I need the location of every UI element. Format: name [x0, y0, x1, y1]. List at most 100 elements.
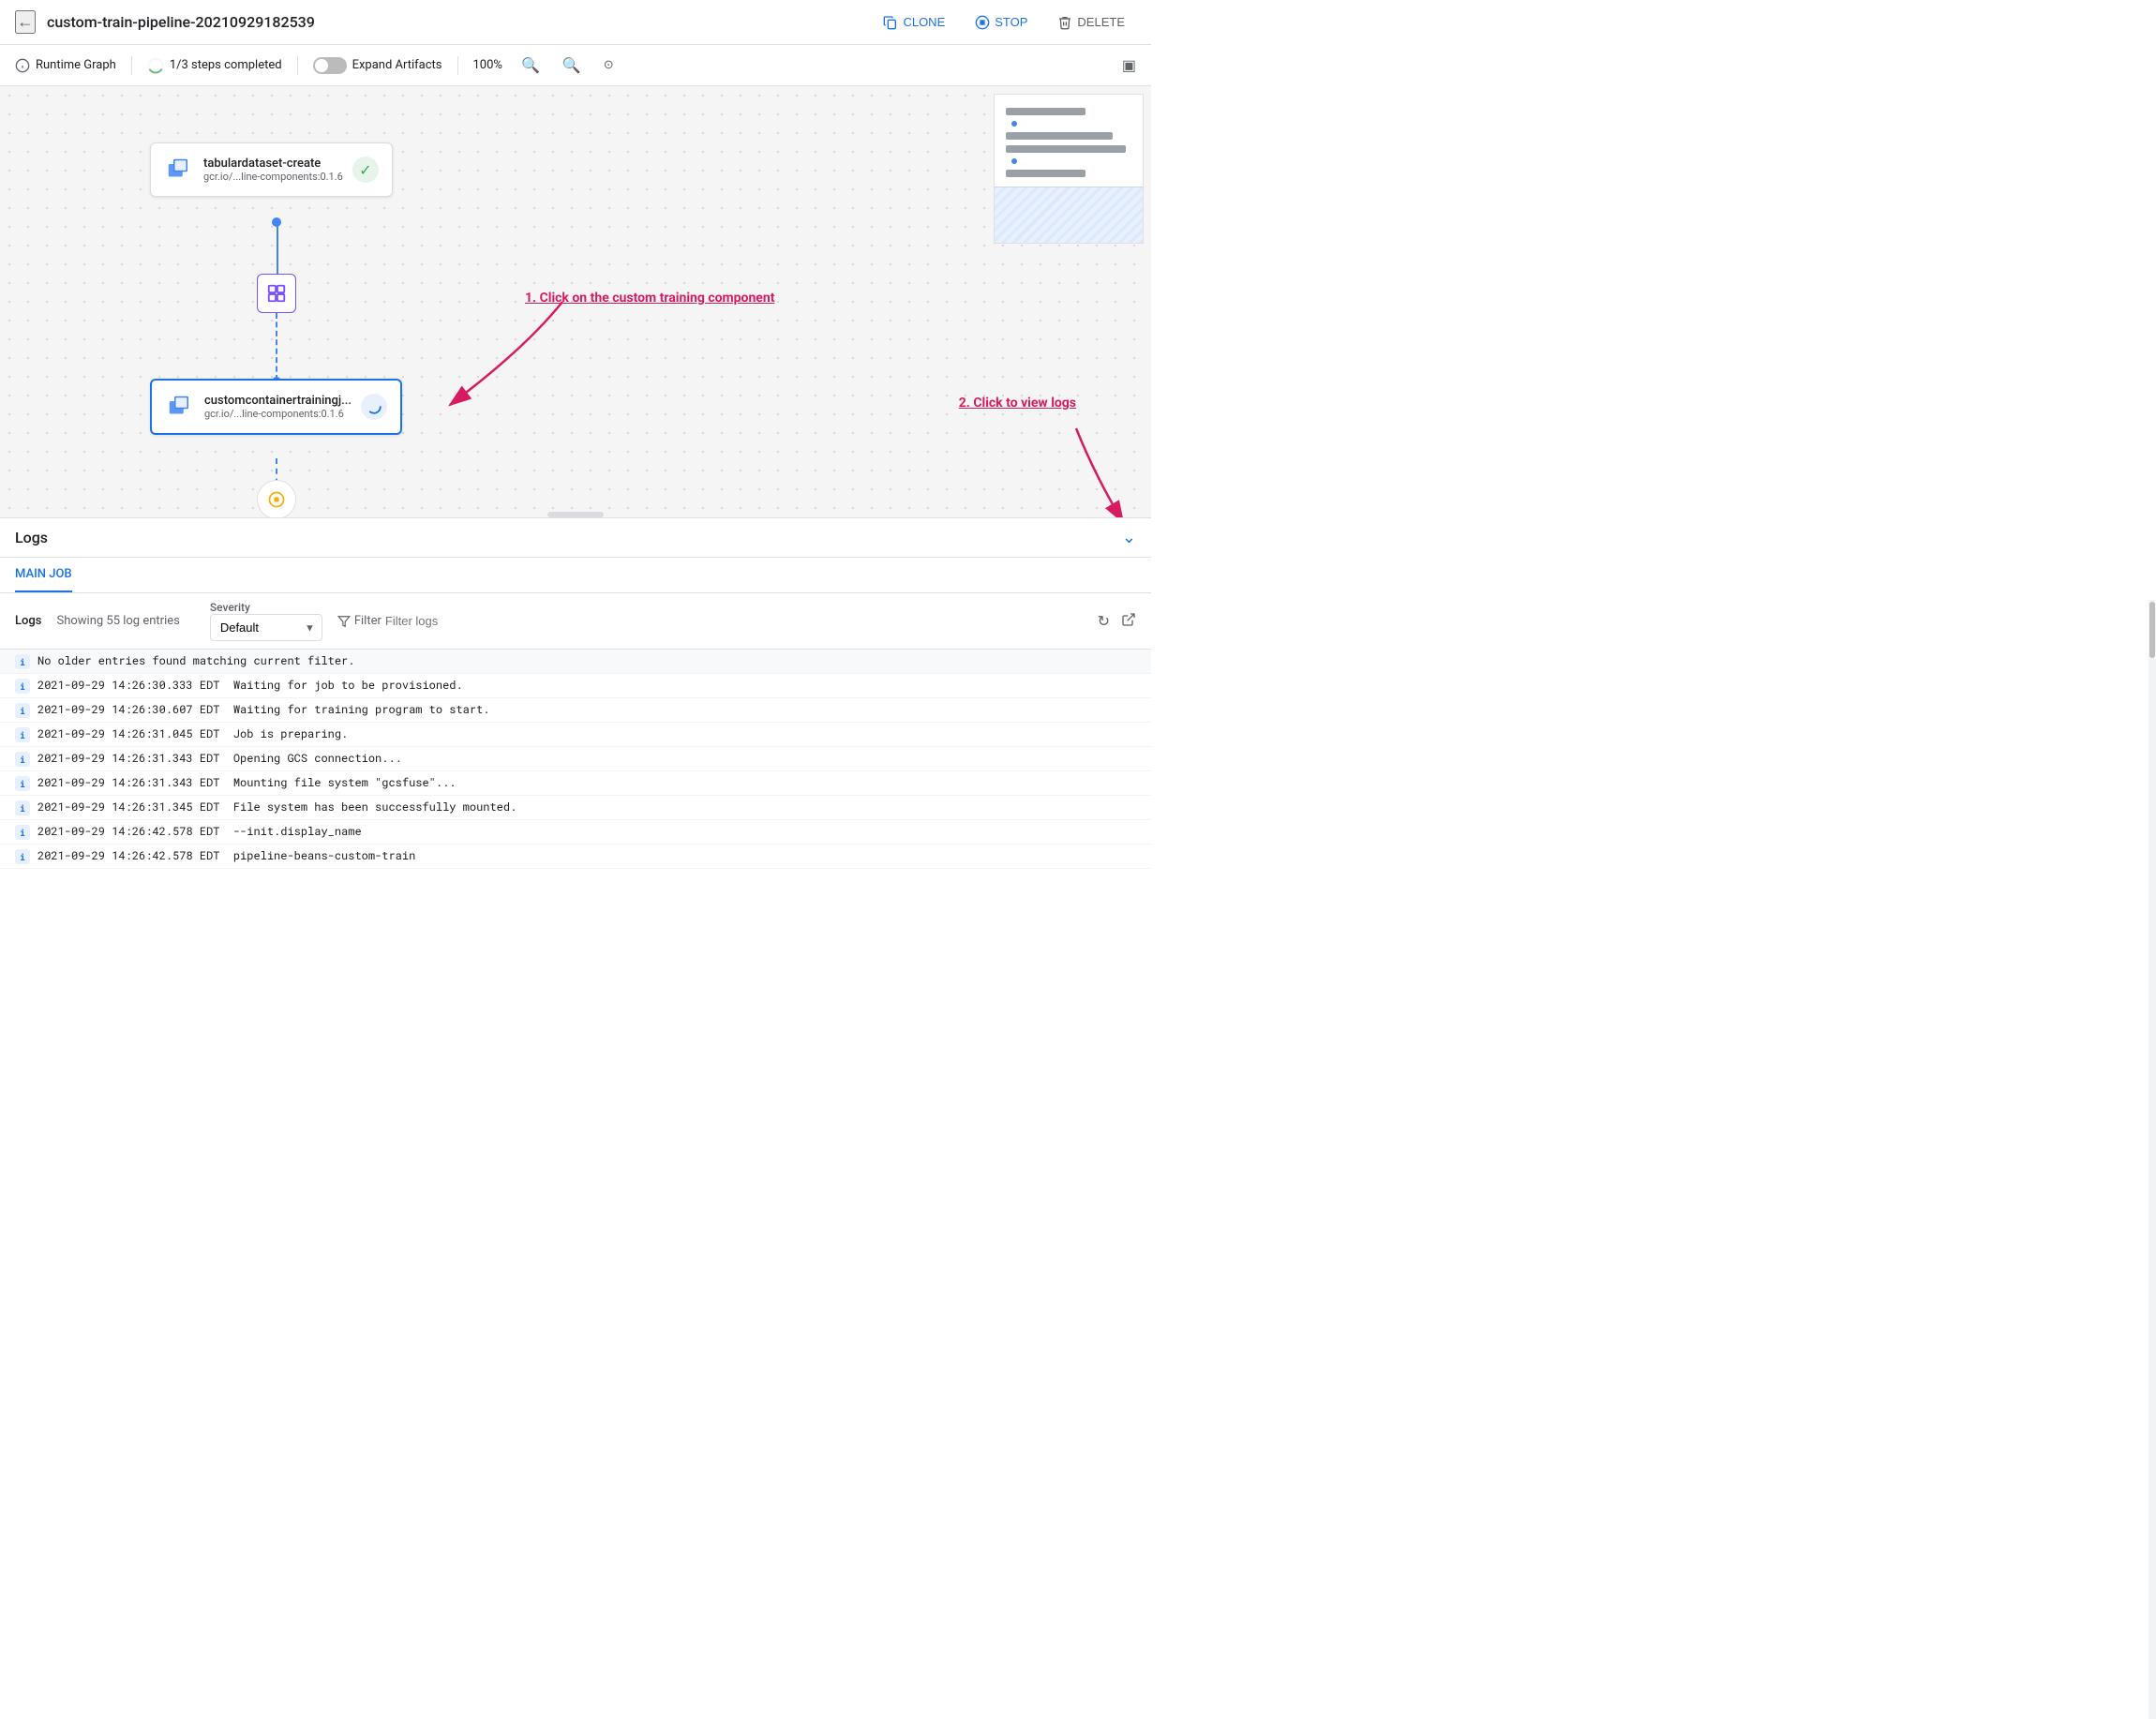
node-icon-1	[164, 155, 194, 185]
log-icon-2: i	[15, 703, 30, 718]
log-icon-1: i	[15, 679, 30, 694]
node-icon-2	[165, 392, 195, 422]
tabs: MAIN JOB	[0, 558, 1151, 593]
log-icon-8: i	[15, 849, 30, 864]
minimap-viewport	[995, 187, 1143, 243]
logs-title: Logs	[15, 529, 1122, 546]
arrow-1	[375, 292, 600, 414]
log-text-3: 2021-09-29 14:26:31.045 EDT Job is prepa…	[37, 726, 1136, 741]
zoom-in-button[interactable]: 🔍	[517, 54, 544, 76]
logs-section: Logs ⌄ MAIN JOB Logs Showing 55 log entr…	[0, 517, 1151, 869]
minimap-bar-3	[1006, 145, 1126, 153]
expand-logs-button[interactable]: ⌄	[1122, 528, 1136, 547]
minimap-bar-1	[1006, 108, 1085, 115]
resize-handle[interactable]	[547, 512, 604, 517]
log-icon-5: i	[15, 776, 30, 791]
log-text-4: 2021-09-29 14:26:31.343 EDT Opening GCS …	[37, 751, 1136, 766]
log-icon-3: i	[15, 727, 30, 742]
clone-icon	[883, 15, 898, 30]
log-icon-6: i	[15, 800, 30, 815]
node-info-2: customcontainertrainingj... gcr.io/...li…	[204, 394, 352, 420]
log-icon-info-plain: i	[15, 654, 30, 669]
annotation-1: 1. Click on the custom training componen…	[525, 291, 774, 306]
log-entry-no-older: i No older entries found matching curren…	[0, 650, 1151, 674]
severity-select-wrapper: Default ▼	[210, 614, 322, 641]
toolbar: Runtime Graph 1/3 steps completed Expand…	[0, 45, 1151, 86]
log-count: Showing 55 log entries	[56, 614, 179, 628]
pipeline-title: custom-train-pipeline-20210929182539	[47, 13, 872, 31]
node-status-1: ✓	[352, 157, 379, 183]
minimap-dot-2	[1011, 158, 1017, 164]
connector-line-dashed	[276, 313, 277, 381]
expand-artifacts-item: Expand Artifacts	[313, 57, 442, 74]
zoom-level: 100%	[473, 58, 502, 72]
zoom-out-button[interactable]: 🔍	[559, 54, 585, 76]
annotation-2: 2. Click to view logs	[959, 396, 1076, 411]
toolbar-divider-1	[131, 56, 132, 75]
minimap-bar-2	[1006, 132, 1113, 140]
external-link-button[interactable]	[1121, 612, 1136, 631]
partial-node	[257, 480, 296, 517]
scrollbar[interactable]	[2149, 600, 2156, 1719]
log-text-5: 2021-09-29 14:26:31.343 EDT Mounting fil…	[37, 775, 1136, 790]
filter-button[interactable]: Filter	[337, 614, 498, 628]
info-icon	[15, 58, 30, 73]
log-entries: i No older entries found matching curren…	[0, 650, 1151, 869]
log-icon-7: i	[15, 825, 30, 840]
minimap-bar-4	[1006, 170, 1085, 177]
log-text-7: 2021-09-29 14:26:42.578 EDT --init.displ…	[37, 824, 1136, 839]
minimap	[994, 94, 1144, 244]
toolbar-divider-3	[457, 56, 458, 75]
node-sub-2: gcr.io/...line-components:0.1.6	[204, 408, 352, 420]
stop-icon	[975, 15, 990, 30]
arrow-2	[1020, 419, 1132, 517]
scrollbar-thumb	[2149, 602, 2155, 658]
logs-label: Logs	[15, 614, 41, 628]
node-tabulardataset-create[interactable]: tabulardataset-create gcr.io/...line-com…	[150, 142, 393, 197]
logs-toolbar: Logs Showing 55 log entries Severity Def…	[0, 593, 1151, 650]
clone-button[interactable]: CLONE	[872, 9, 956, 36]
filter-input[interactable]	[385, 614, 498, 628]
minimap-dot-1	[1011, 121, 1017, 127]
runtime-graph-item: Runtime Graph	[15, 58, 116, 73]
node-name-1: tabulardataset-create	[203, 157, 343, 171]
log-entry-7: i 2021-09-29 14:26:42.578 EDT --init.dis…	[0, 820, 1151, 845]
log-entry-5: i 2021-09-29 14:26:31.343 EDT Mounting f…	[0, 771, 1151, 796]
log-entry-2: i 2021-09-29 14:26:30.607 EDT Waiting fo…	[0, 698, 1151, 723]
toggle-thumb	[315, 59, 328, 72]
log-entry-3: i 2021-09-29 14:26:31.045 EDT Job is pre…	[0, 723, 1151, 747]
node-sub-1: gcr.io/...line-components:0.1.6	[203, 171, 343, 183]
steps-completed-item: 1/3 steps completed	[147, 57, 282, 74]
log-entry-4: i 2021-09-29 14:26:31.343 EDT Opening GC…	[0, 747, 1151, 771]
node-name-2: customcontainertrainingj...	[204, 394, 352, 408]
back-button[interactable]: ←	[15, 10, 36, 34]
stop-button[interactable]: STOP	[964, 9, 1039, 36]
node-customcontainer[interactable]: customcontainertrainingj... gcr.io/...li…	[150, 379, 402, 435]
node-status-2	[361, 394, 387, 420]
connector-line-1	[277, 220, 278, 277]
severity-group: Severity Default ▼	[210, 601, 322, 641]
logs-actions: ↻	[1098, 612, 1136, 631]
filter-icon	[337, 615, 351, 628]
header-actions: CLONE STOP DELETE	[872, 9, 1136, 36]
tab-main-job[interactable]: MAIN JOB	[15, 558, 72, 592]
log-text-1: 2021-09-29 14:26:30.333 EDT Waiting for …	[37, 678, 1136, 693]
minimap-toggle[interactable]: ▣	[1122, 56, 1136, 74]
pipeline-canvas: tabulardataset-create gcr.io/...line-com…	[0, 86, 1151, 517]
expand-artifacts-toggle[interactable]	[313, 57, 347, 74]
log-entry-8: i 2021-09-29 14:26:42.578 EDT pipeline-b…	[0, 845, 1151, 869]
log-text-no-older: No older entries found matching current …	[37, 653, 1136, 668]
log-text-8: 2021-09-29 14:26:42.578 EDT pipeline-bea…	[37, 848, 1136, 863]
refresh-button[interactable]: ↻	[1098, 612, 1110, 631]
log-entry-1: i 2021-09-29 14:26:30.333 EDT Waiting fo…	[0, 674, 1151, 698]
connector-dot-1	[272, 217, 281, 227]
node-info-1: tabulardataset-create gcr.io/...line-com…	[203, 157, 343, 183]
artifact-node[interactable]	[257, 274, 296, 313]
header: ← custom-train-pipeline-20210929182539 C…	[0, 0, 1151, 45]
log-icon-4: i	[15, 752, 30, 767]
log-entry-6: i 2021-09-29 14:26:31.345 EDT File syste…	[0, 796, 1151, 820]
zoom-reset-button[interactable]: ⊙	[600, 56, 618, 74]
delete-button[interactable]: DELETE	[1046, 9, 1136, 36]
severity-select[interactable]: Default	[210, 614, 322, 641]
log-text-6: 2021-09-29 14:26:31.345 EDT File system …	[37, 800, 1136, 815]
